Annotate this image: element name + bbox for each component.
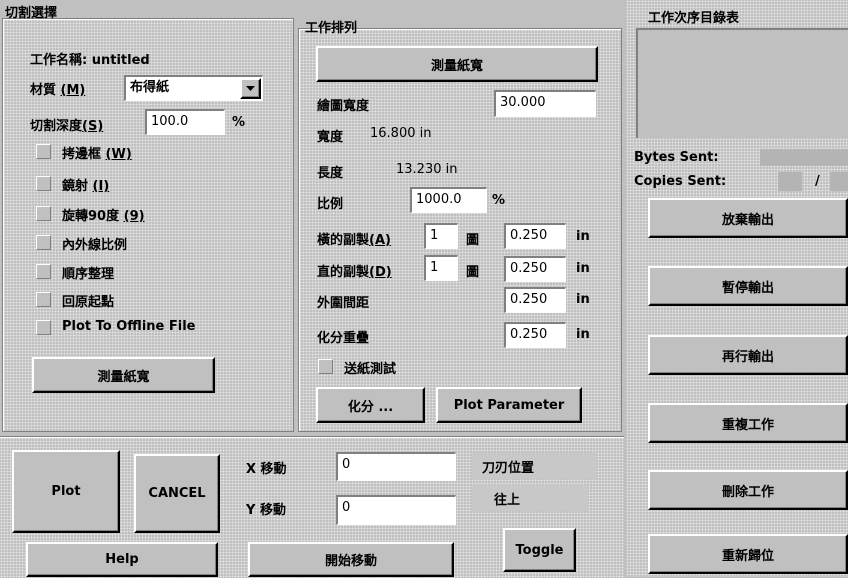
outer-gap-label: 外圍間距 [317, 296, 370, 311]
draw-width-input[interactable]: 30.000 [494, 90, 596, 117]
option-inner-outer-checkbox[interactable] [36, 235, 51, 250]
mid-measure-paper-button[interactable]: 測量紙寬 [316, 46, 598, 82]
v-copies-label: 直的副製(D) [317, 265, 392, 280]
outer-gap-input[interactable]: 0.250 [504, 287, 566, 313]
option-sort-checkbox[interactable] [36, 264, 51, 279]
chevron-down-icon [246, 85, 255, 91]
bytes-sent-value [760, 149, 848, 166]
y-move-label: Y 移動 [246, 503, 286, 518]
queue-title: 工作次序目錄表 [648, 11, 740, 26]
v-gap-input[interactable]: 0.250 [504, 256, 566, 282]
x-move-label: X 移動 [246, 462, 287, 477]
v-gap-unit: in [576, 261, 590, 276]
v-copies-unit: 圖 [466, 265, 480, 280]
option-mirror-checkbox[interactable] [36, 176, 51, 191]
help-button[interactable]: Help [26, 542, 218, 577]
h-copies-label: 橫的副製(A) [317, 233, 391, 248]
scale-label: 比例 [317, 197, 344, 212]
option-mirror-label: 鏡射 (I) [62, 179, 110, 194]
delete-job-button[interactable]: 刪除工作 [648, 470, 848, 510]
divide-button[interactable]: 化分 ... [316, 387, 425, 423]
option-inner-outer-label: 內外線比例 [62, 238, 128, 253]
copies-total-value [830, 172, 848, 191]
job-name-text: 工作名稱: untitled [30, 53, 150, 68]
abort-output-button[interactable]: 放棄輸出 [648, 198, 848, 238]
scale-input[interactable]: 1000.0 [410, 187, 487, 213]
depth-label: 切割深度(S) [30, 119, 104, 134]
width-label: 寬度 [317, 130, 344, 145]
option-frame-label: 拷邊框 (W) [62, 147, 132, 162]
h-gap-input[interactable]: 0.250 [504, 223, 566, 249]
option-origin-label: 回原起點 [62, 295, 115, 310]
divide-overlap-unit: in [576, 327, 590, 342]
resume-output-button[interactable]: 再行輸出 [648, 335, 848, 375]
copies-sent-value [778, 172, 802, 191]
toggle-button[interactable]: Toggle [503, 528, 576, 572]
v-copies-input[interactable]: 1 [424, 255, 458, 281]
option-sort-label: 順序整理 [62, 267, 115, 282]
plot-button[interactable]: Plot [12, 450, 120, 533]
cut-select-title: 切割選擇 [5, 6, 58, 21]
option-rotate-label: 旋轉90度 (9) [62, 209, 145, 224]
material-label: 材質 (M) [30, 83, 86, 98]
reset-position-button[interactable]: 重新歸位 [648, 534, 848, 574]
start-move-button[interactable]: 開始移動 [248, 542, 454, 577]
plot-parameter-button[interactable]: Plot Parameter [436, 387, 582, 423]
material-dropdown-button[interactable] [240, 78, 261, 99]
option-offline-checkbox[interactable] [36, 320, 51, 335]
copies-sent-separator: / [815, 174, 820, 189]
h-gap-unit: in [576, 229, 590, 244]
outer-gap-unit: in [576, 292, 590, 307]
material-value: 布得紙 [130, 80, 170, 95]
repeat-job-button[interactable]: 重複工作 [648, 403, 848, 443]
draw-width-label: 繪圖寬度 [317, 99, 370, 114]
paper-test-checkbox[interactable] [318, 359, 333, 374]
option-offline-label: Plot To Offline File [62, 319, 196, 334]
scale-unit: % [492, 193, 506, 208]
job-arrange-title: 工作排列 [305, 21, 358, 36]
direction-value: 往上 [494, 493, 521, 508]
h-copies-unit: 圖 [466, 233, 480, 248]
divide-overlap-input[interactable]: 0.250 [504, 322, 566, 348]
option-rotate-checkbox[interactable] [36, 206, 51, 221]
copies-sent-label: Copies Sent: [634, 174, 727, 189]
x-move-input[interactable]: 0 [336, 452, 456, 481]
paper-test-label: 送紙測試 [344, 362, 397, 377]
option-origin-checkbox[interactable] [36, 292, 51, 307]
left-measure-paper-button[interactable]: 測量紙寬 [32, 357, 215, 393]
divide-overlap-label: 化分重疊 [317, 331, 370, 346]
pause-output-button[interactable]: 暫停輸出 [648, 266, 848, 306]
plotter-dialog: 切割選擇 工作名稱: untitled 材質 (M) 布得紙 切割深度(S) 1… [0, 0, 848, 578]
length-value: 13.230 in [396, 162, 458, 177]
depth-unit: % [232, 115, 246, 130]
option-frame-checkbox[interactable] [36, 144, 51, 159]
bytes-sent-label: Bytes Sent: [634, 150, 719, 165]
cancel-button[interactable]: CANCEL [134, 454, 220, 533]
y-move-input[interactable]: 0 [336, 495, 456, 525]
length-label: 長度 [317, 166, 344, 181]
knife-pos-label: 刀刃位置 [482, 461, 535, 476]
h-copies-input[interactable]: 1 [424, 223, 458, 249]
depth-input[interactable]: 100.0 [145, 109, 225, 135]
queue-list[interactable] [636, 28, 848, 138]
direction-box [472, 485, 588, 511]
material-select[interactable]: 布得紙 [124, 75, 263, 101]
width-value: 16.800 in [370, 126, 432, 141]
